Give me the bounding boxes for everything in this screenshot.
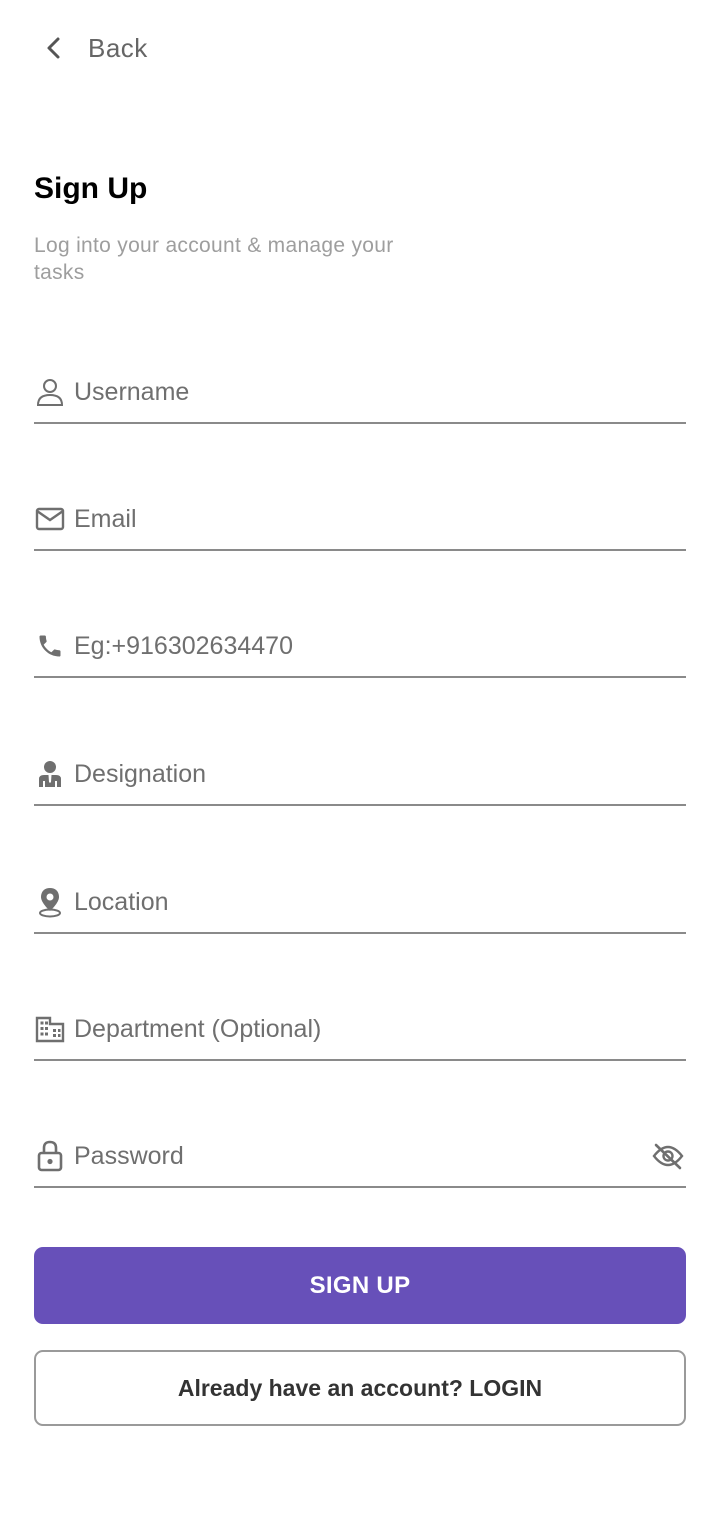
email-input[interactable]	[74, 499, 686, 539]
signup-button[interactable]: SIGN UP	[34, 1247, 686, 1324]
building-icon	[34, 1013, 66, 1045]
email-field-row	[34, 489, 686, 551]
designation-field-row	[34, 744, 686, 806]
department-field-row	[34, 999, 686, 1061]
location-input[interactable]	[74, 882, 686, 922]
password-input[interactable]	[74, 1136, 650, 1176]
mail-icon	[34, 503, 66, 535]
phone-icon	[34, 630, 66, 662]
login-link-button[interactable]: Already have an account? LOGIN	[34, 1350, 686, 1426]
page-subtitle: Log into your account & manage your task…	[34, 234, 394, 284]
user-icon	[34, 376, 66, 408]
department-input[interactable]	[74, 1009, 686, 1049]
back-label: Back	[88, 32, 148, 63]
page-title: Sign Up	[34, 172, 148, 205]
phone-field-row	[34, 616, 686, 678]
phone-input[interactable]	[74, 626, 686, 666]
username-field-row	[34, 362, 686, 424]
eye-off-icon[interactable]	[650, 1138, 686, 1174]
back-button[interactable]: Back	[34, 26, 148, 70]
lock-icon	[34, 1140, 66, 1172]
chevron-left-icon	[40, 34, 68, 62]
password-field-row	[34, 1126, 686, 1188]
username-input[interactable]	[74, 372, 686, 412]
designation-input[interactable]	[74, 754, 686, 794]
location-pin-icon	[34, 886, 66, 918]
person-suit-icon	[34, 758, 66, 790]
location-field-row	[34, 872, 686, 934]
